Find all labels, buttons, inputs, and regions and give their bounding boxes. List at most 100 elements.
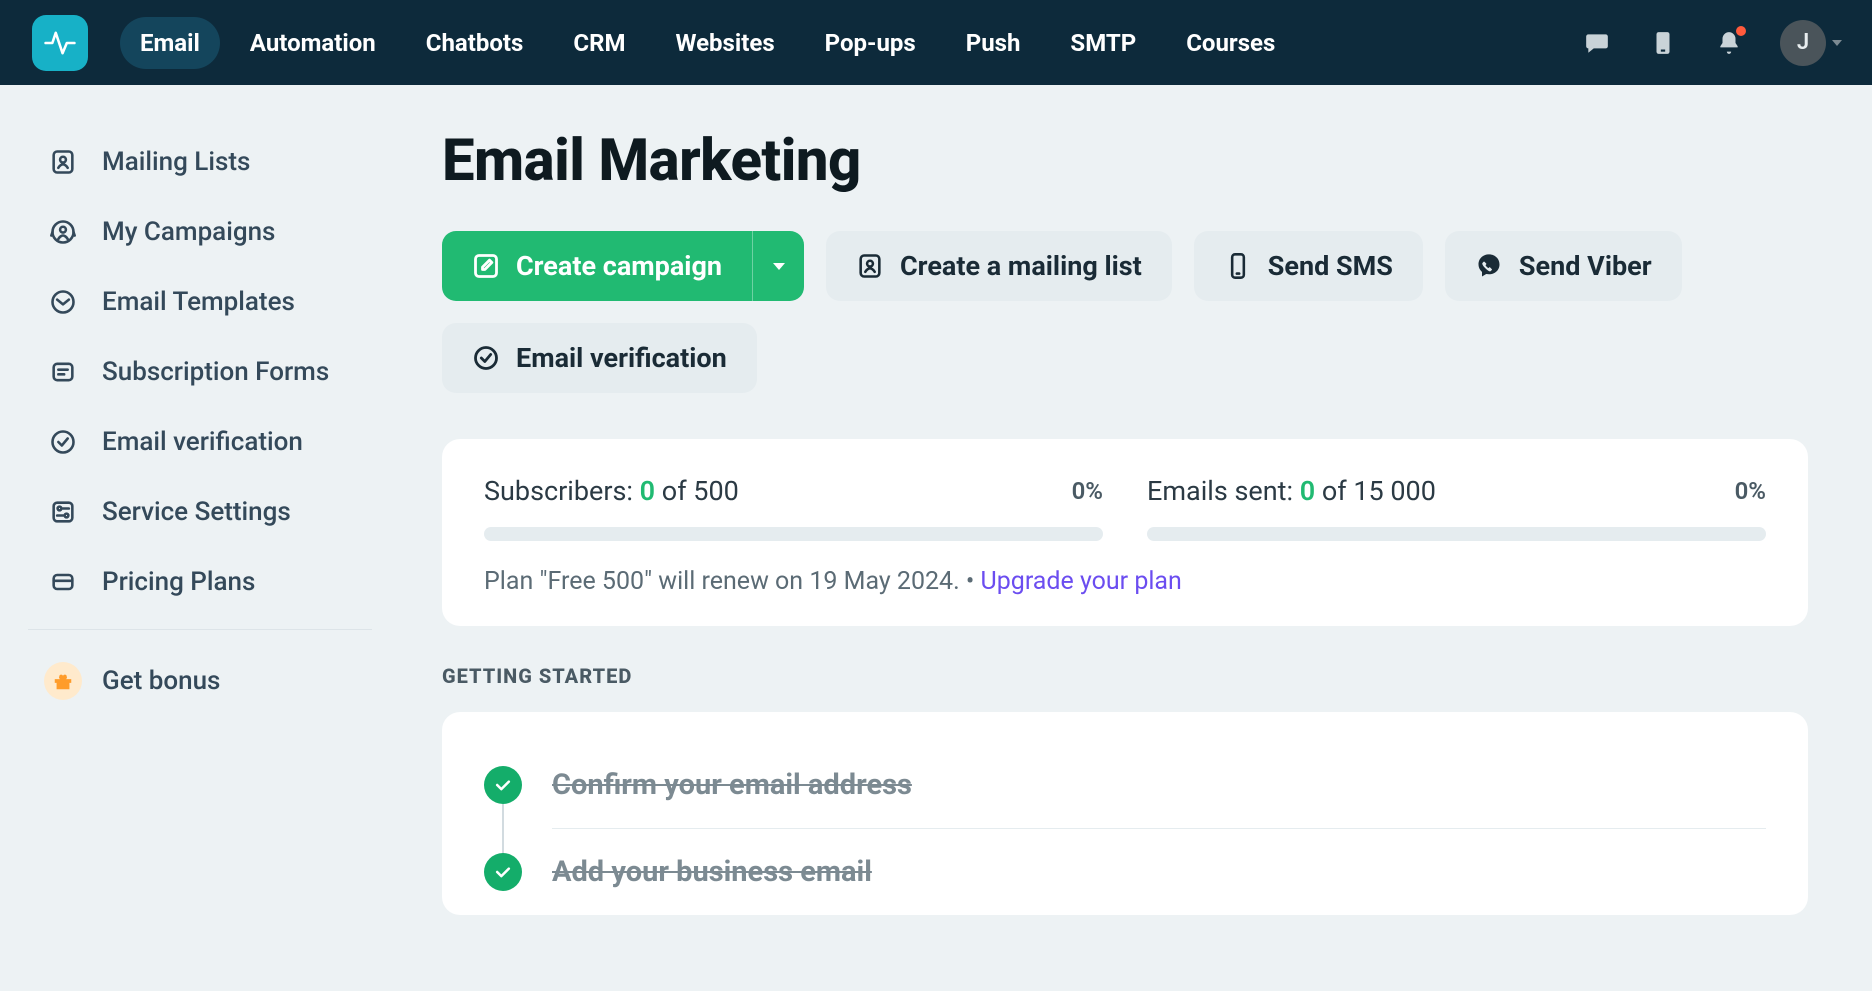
stat-of: of 500 [655, 475, 739, 507]
logo[interactable] [32, 15, 88, 71]
button-label: Create a mailing list [900, 250, 1142, 282]
campaign-icon [48, 217, 78, 247]
nav-label: Automation [250, 29, 376, 57]
mobile-icon [1224, 252, 1252, 280]
sidebar-item-get-bonus[interactable]: Get bonus [0, 642, 400, 720]
topbar-right: J [1582, 20, 1842, 66]
check-circle-icon [484, 853, 522, 891]
nav-popups[interactable]: Pop-ups [805, 17, 936, 69]
sidebar-item-label: Subscription Forms [102, 357, 329, 387]
settings-icon [48, 497, 78, 527]
create-campaign-group: Create campaign [442, 231, 804, 301]
sidebar-item-label: Pricing Plans [102, 567, 255, 597]
nav-email[interactable]: Email [120, 17, 220, 69]
nav-websites[interactable]: Websites [655, 17, 794, 69]
sidebar-divider [28, 629, 372, 630]
sidebar-item-email-verification[interactable]: Email verification [0, 407, 400, 477]
getting-started-title: GETTING STARTED [442, 664, 1808, 688]
progress-bar [1147, 527, 1766, 541]
nav-label: Pop-ups [825, 29, 916, 57]
plan-text: Plan "Free 500" will renew on 19 May 202… [484, 567, 981, 596]
button-label: Email verification [516, 342, 727, 374]
sidebar-item-label: Get bonus [102, 666, 220, 696]
sidebar-item-label: Email Templates [102, 287, 295, 317]
create-mailing-list-button[interactable]: Create a mailing list [826, 231, 1172, 301]
compose-icon [472, 252, 500, 280]
pricing-icon [48, 567, 78, 597]
sidebar-item-pricing-plans[interactable]: Pricing Plans [0, 547, 400, 617]
nav-automation[interactable]: Automation [230, 17, 396, 69]
main-content: Email Marketing Create campaign Create a… [400, 85, 1872, 991]
stat-label: Subscribers: [484, 475, 640, 507]
sidebar-item-label: Email verification [102, 427, 303, 457]
sidebar-item-subscription-forms[interactable]: Subscription Forms [0, 337, 400, 407]
send-sms-button[interactable]: Send SMS [1194, 231, 1423, 301]
stat-label: Emails sent: [1147, 475, 1300, 507]
upgrade-plan-link[interactable]: Upgrade your plan [981, 567, 1182, 596]
nav-crm[interactable]: CRM [553, 17, 645, 69]
user-menu[interactable]: J [1780, 20, 1842, 66]
stat-percent: 0% [1735, 477, 1766, 505]
nav-label: Push [966, 29, 1021, 57]
sidebar: Mailing Lists My Campaigns Email Templat… [0, 85, 400, 991]
stat-emails-sent: Emails sent: 0 of 15 000 0% [1147, 475, 1766, 541]
address-book-icon [48, 147, 78, 177]
nav-label: Websites [675, 29, 774, 57]
chat-icon[interactable] [1582, 28, 1612, 58]
nav-label: Courses [1186, 29, 1275, 57]
mobile-icon[interactable] [1648, 28, 1678, 58]
nav-smtp[interactable]: SMTP [1050, 17, 1156, 69]
stats-card: Subscribers: 0 of 500 0% Emails sent: 0 … [442, 439, 1808, 626]
checklist-item-label: Confirm your email address [552, 768, 912, 802]
button-label: Send Viber [1519, 250, 1652, 282]
checklist-item-label: Add your business email [552, 855, 872, 889]
stat-value: 0 [1300, 475, 1315, 507]
viber-icon [1475, 252, 1503, 280]
notification-dot [1736, 26, 1746, 36]
pulse-icon [43, 26, 77, 60]
nav-push[interactable]: Push [946, 17, 1041, 69]
send-viber-button[interactable]: Send Viber [1445, 231, 1682, 301]
button-label: Send SMS [1268, 250, 1393, 282]
stat-percent: 0% [1072, 477, 1103, 505]
sidebar-item-label: Service Settings [102, 497, 291, 527]
forms-icon [48, 357, 78, 387]
stat-value: 0 [640, 475, 655, 507]
create-campaign-button[interactable]: Create campaign [442, 231, 752, 301]
nav-label: Chatbots [426, 29, 524, 57]
progress-bar [484, 527, 1103, 541]
checklist-item[interactable]: Add your business email [484, 829, 1766, 915]
topbar: Email Automation Chatbots CRM Websites P… [0, 0, 1872, 85]
address-book-icon [856, 252, 884, 280]
sidebar-item-service-settings[interactable]: Service Settings [0, 477, 400, 547]
sidebar-item-label: Mailing Lists [102, 147, 250, 177]
sidebar-item-label: My Campaigns [102, 217, 275, 247]
main-nav: Email Automation Chatbots CRM Websites P… [120, 17, 1295, 69]
check-circle-icon [484, 766, 522, 804]
action-bar: Create campaign Create a mailing list Se… [442, 231, 1808, 393]
verification-icon [472, 344, 500, 372]
checklist-item[interactable]: Confirm your email address [484, 742, 1766, 828]
bell-icon[interactable] [1714, 28, 1744, 58]
sidebar-item-mailing-lists[interactable]: Mailing Lists [0, 127, 400, 197]
getting-started-card: Confirm your email address Add your busi… [442, 712, 1808, 915]
sidebar-item-my-campaigns[interactable]: My Campaigns [0, 197, 400, 267]
nav-courses[interactable]: Courses [1166, 17, 1295, 69]
email-verification-button[interactable]: Email verification [442, 323, 757, 393]
button-label: Create campaign [516, 250, 722, 282]
page-title: Email Marketing [442, 127, 1808, 195]
nav-label: SMTP [1070, 29, 1136, 57]
verification-icon [48, 427, 78, 457]
avatar-initial: J [1797, 30, 1809, 55]
stat-subscribers: Subscribers: 0 of 500 0% [484, 475, 1103, 541]
plan-info: Plan "Free 500" will renew on 19 May 202… [484, 567, 1766, 596]
stat-of: of 15 000 [1315, 475, 1436, 507]
gift-icon [44, 662, 82, 700]
sidebar-item-email-templates[interactable]: Email Templates [0, 267, 400, 337]
chevron-down-icon [1832, 40, 1842, 46]
create-campaign-dropdown[interactable] [752, 231, 804, 301]
avatar: J [1780, 20, 1826, 66]
nav-label: Email [140, 29, 200, 57]
nav-chatbots[interactable]: Chatbots [406, 17, 544, 69]
nav-label: CRM [573, 29, 625, 57]
